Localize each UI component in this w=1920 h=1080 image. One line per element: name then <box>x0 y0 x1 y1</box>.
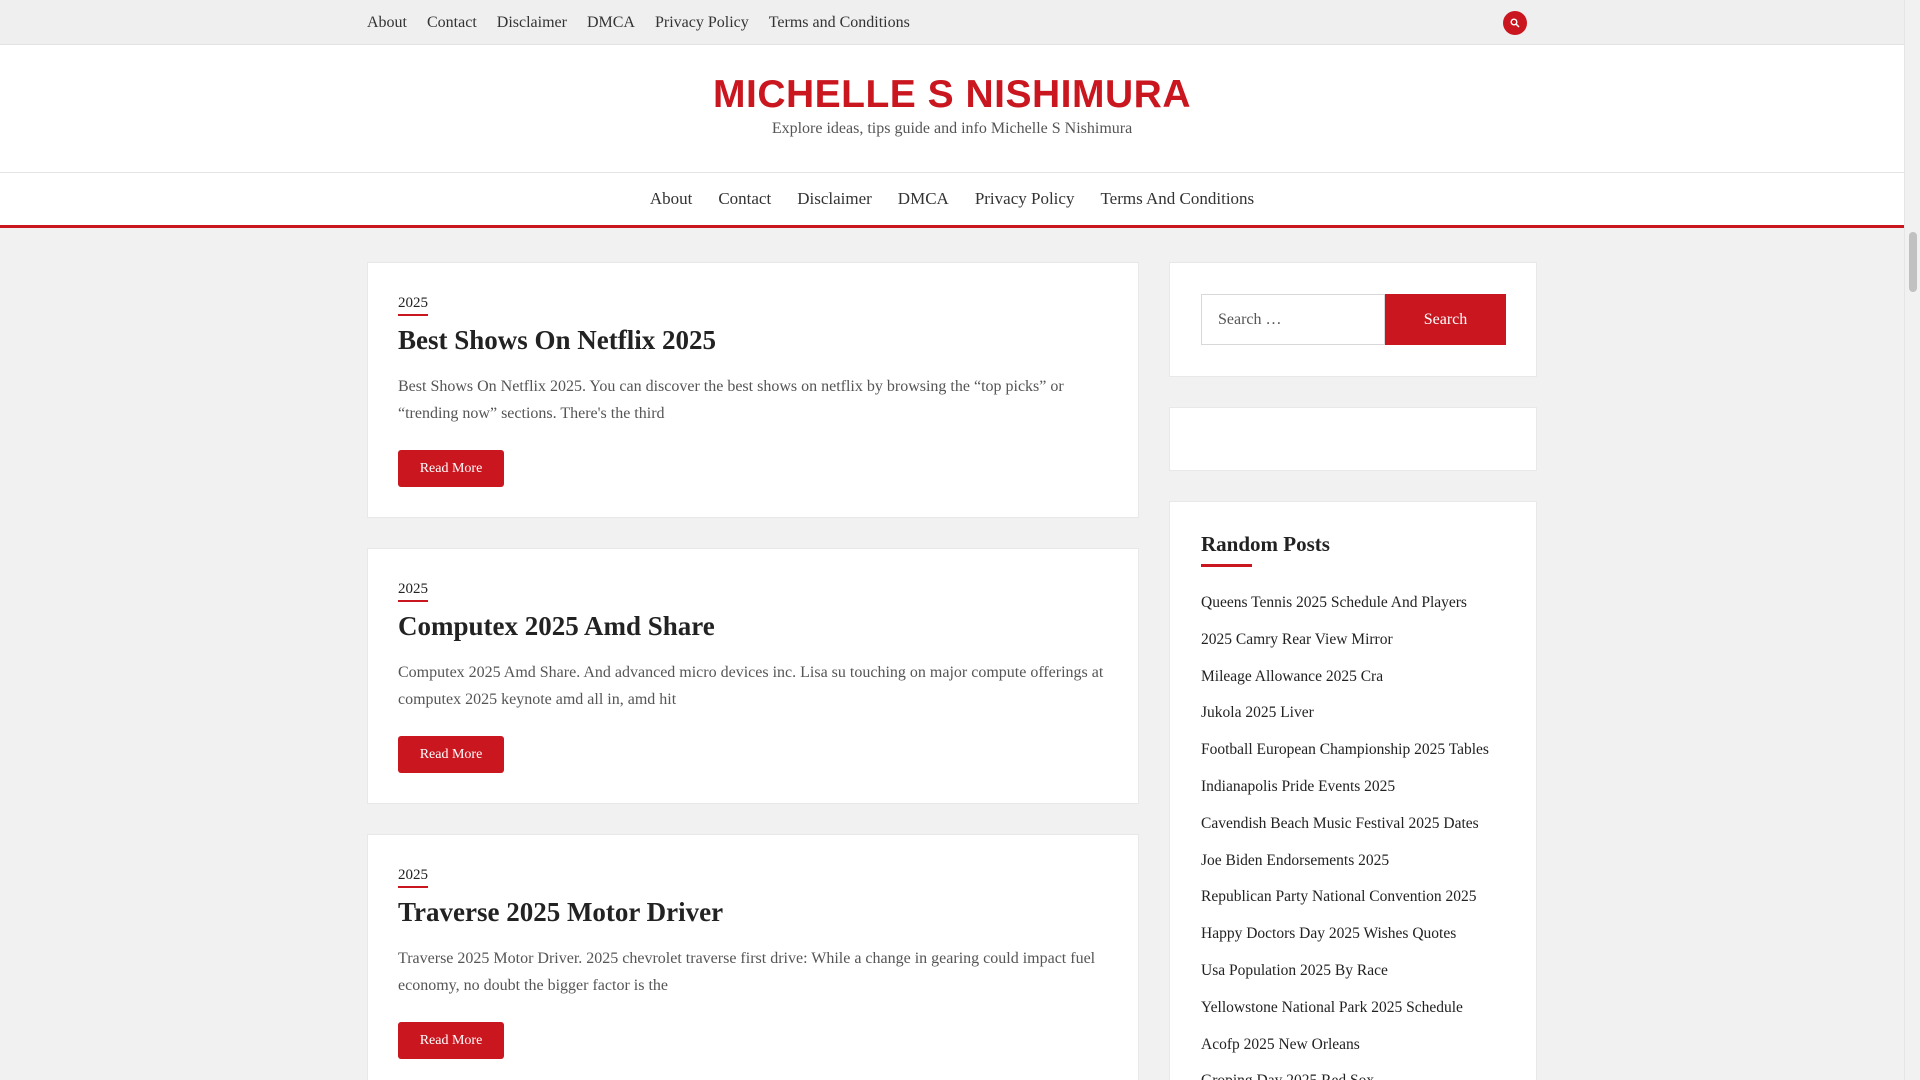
random-post-link[interactable]: Queens Tennis 2025 Schedule And Players <box>1201 585 1489 622</box>
post-excerpt: Computex 2025 Amd Share. And advanced mi… <box>398 664 1104 708</box>
title-underline <box>1201 564 1252 567</box>
scrollbar-thumb[interactable] <box>1909 232 1917 292</box>
post-title[interactable]: Computex 2025 Amd Share <box>398 611 715 642</box>
random-post-link[interactable]: Indianapolis Pride Events 2025 <box>1201 769 1489 806</box>
post-excerpt: Traverse 2025 Motor Driver. 2025 chevrol… <box>398 950 1096 994</box>
post-title[interactable]: Traverse 2025 Motor Driver <box>398 897 723 928</box>
random-post-link[interactable]: Usa Population 2025 By Race <box>1201 953 1489 990</box>
page-scrollbar[interactable] <box>1904 0 1920 1080</box>
main-navigation: About Contact Disclaimer DMCA Privacy Po… <box>0 173 1904 228</box>
top-navigation: About Contact Disclaimer DMCA Privacy Po… <box>367 0 930 45</box>
site-title[interactable]: MICHELLE S NISHIMURA <box>0 73 1904 117</box>
main-nav-dmca[interactable]: DMCA <box>898 189 949 209</box>
post-category[interactable]: 2025 <box>398 295 428 316</box>
post-category[interactable]: 2025 <box>398 867 428 888</box>
random-posts-widget: Random Posts Queens Tennis 2025 Schedule… <box>1169 501 1537 1080</box>
search-icon <box>1510 18 1520 28</box>
search-toggle-button[interactable] <box>1503 11 1527 35</box>
post-excerpt: Best Shows On Netflix 2025. You can disc… <box>398 378 1064 422</box>
post-card: 2025 Best Shows On Netflix 2025 Best Sho… <box>367 262 1139 518</box>
search-input[interactable] <box>1201 294 1385 345</box>
site-header: MICHELLE S NISHIMURA Explore ideas, tips… <box>0 45 1904 173</box>
random-post-link[interactable]: Happy Doctors Day 2025 Wishes Quotes <box>1201 916 1489 953</box>
top-nav-contact[interactable]: Contact <box>427 14 477 32</box>
random-post-link[interactable]: Acofp 2025 New Orleans <box>1201 1027 1489 1064</box>
random-post-link[interactable]: Yellowstone National Park 2025 Schedule <box>1201 990 1489 1027</box>
random-post-link[interactable]: 2025 Camry Rear View Mirror <box>1201 622 1489 659</box>
post-card: 2025 Computex 2025 Amd Share Computex 20… <box>367 548 1139 804</box>
post-card: 2025 Traverse 2025 Motor Driver Traverse… <box>367 834 1139 1080</box>
top-nav-disclaimer[interactable]: Disclaimer <box>497 14 567 32</box>
random-posts-list: Queens Tennis 2025 Schedule And Players … <box>1201 585 1489 1080</box>
top-nav-privacy-policy[interactable]: Privacy Policy <box>655 14 749 32</box>
empty-widget <box>1169 407 1537 471</box>
random-post-link[interactable]: Joe Biden Endorsements 2025 <box>1201 843 1489 880</box>
top-nav-about[interactable]: About <box>367 14 407 32</box>
post-title[interactable]: Best Shows On Netflix 2025 <box>398 325 716 356</box>
read-more-button[interactable]: Read More <box>398 1022 504 1059</box>
random-post-link[interactable]: Republican Party National Convention 202… <box>1201 879 1489 916</box>
random-post-link[interactable]: Mileage Allowance 2025 Cra <box>1201 659 1489 696</box>
top-nav-terms[interactable]: Terms and Conditions <box>769 14 910 32</box>
top-nav-dmca[interactable]: DMCA <box>587 14 635 32</box>
main-nav-contact[interactable]: Contact <box>718 189 771 209</box>
search-button[interactable]: Search <box>1385 294 1506 345</box>
main-nav-disclaimer[interactable]: Disclaimer <box>797 189 872 209</box>
random-post-link[interactable]: Jukola 2025 Liver <box>1201 695 1489 732</box>
main-nav-terms[interactable]: Terms And Conditions <box>1100 189 1254 209</box>
main-nav-privacy-policy[interactable]: Privacy Policy <box>975 189 1075 209</box>
post-category[interactable]: 2025 <box>398 581 428 602</box>
top-bar: About Contact Disclaimer DMCA Privacy Po… <box>0 0 1904 45</box>
read-more-button[interactable]: Read More <box>398 450 504 487</box>
random-post-link[interactable]: Cavendish Beach Music Festival 2025 Date… <box>1201 806 1489 843</box>
random-post-link[interactable]: Groping Day 2025 Red Sox <box>1201 1063 1489 1080</box>
site-tagline: Explore ideas, tips guide and info Miche… <box>771 120 1133 137</box>
main-nav-about[interactable]: About <box>650 189 693 209</box>
read-more-button[interactable]: Read More <box>398 736 504 773</box>
search-widget: Search <box>1169 262 1537 377</box>
random-post-link[interactable]: Football European Championship 2025 Tabl… <box>1201 732 1489 769</box>
random-posts-title: Random Posts <box>1201 532 1330 556</box>
